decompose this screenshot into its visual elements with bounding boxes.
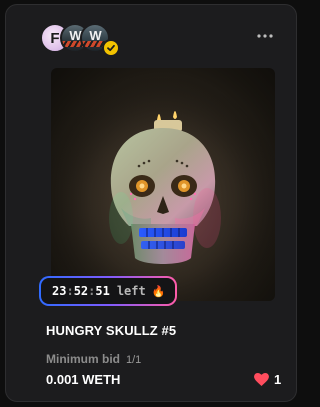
timer-minutes: 52 — [73, 284, 89, 298]
verified-check-icon — [102, 39, 120, 57]
auction-timer: 23 : 52 : 51 left 🔥 — [39, 276, 177, 306]
skull-artwork — [51, 68, 275, 301]
avatar-letter: F — [50, 29, 60, 47]
timer-suffix: left — [116, 284, 146, 298]
creator-avatars: F W W — [40, 23, 130, 57]
timer-separator: : — [88, 284, 96, 298]
more-options-button[interactable] — [254, 29, 276, 43]
timer-separator: : — [66, 284, 74, 298]
minimum-bid-label: Minimum bid 1/1 — [46, 352, 141, 366]
edition-count: 1/1 — [126, 354, 142, 366]
timer-inner: 23 : 52 : 51 left 🔥 — [41, 278, 175, 304]
like-button[interactable]: 1 — [254, 372, 281, 387]
fire-icon: 🔥 — [151, 284, 166, 298]
heart-icon — [254, 373, 269, 386]
nft-artwork[interactable] — [51, 68, 275, 301]
bid-label-text: Minimum bid — [46, 352, 120, 366]
like-count: 1 — [274, 372, 282, 387]
minimum-bid-value: 0.001 WETH — [46, 372, 121, 387]
nft-card[interactable]: F W W 23: 52: 51 left 🔥 HUNGRY SKULLZ … — [5, 4, 297, 402]
timer-seconds: 51 — [95, 284, 110, 298]
timer-hours: 23 — [52, 284, 67, 298]
nft-title[interactable]: HUNGRY SKULLZ #5 — [46, 323, 176, 338]
more-dots-icon — [257, 34, 273, 38]
